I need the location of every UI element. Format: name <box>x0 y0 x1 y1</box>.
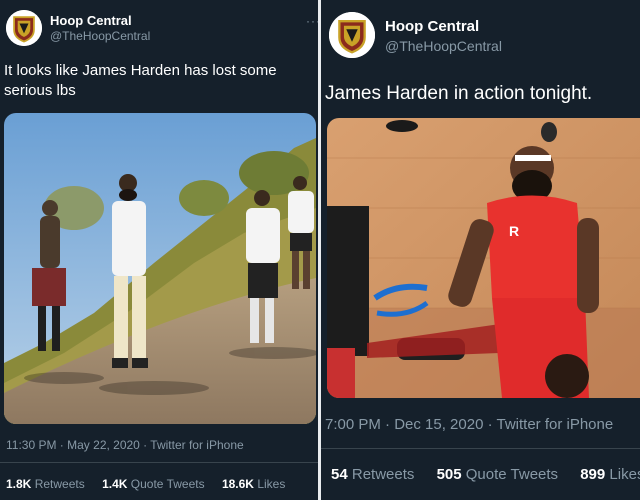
tweet-stats: 54 Retweets 505 Quote Tweets 899 Likes <box>331 466 640 483</box>
svg-text:R: R <box>509 223 519 239</box>
left-tweet: Hoop Central @TheHoopCentral ··· It look… <box>0 0 318 500</box>
tweet-photo[interactable] <box>4 113 316 424</box>
account-name[interactable]: Hoop Central <box>385 18 479 35</box>
hoop-central-logo-icon <box>329 12 375 58</box>
right-tweet: Hoop Central @TheHoopCentral James Harde… <box>321 0 640 500</box>
likes-count: 899 <box>580 466 606 483</box>
likes-count: 18.6K <box>221 477 254 491</box>
tweet-timestamp[interactable]: 7:00 PM · Dec 15, 2020 · Twitter for iPh… <box>325 416 613 433</box>
tweet-timestamp[interactable]: 11:30 PM · May 22, 2020 · Twitter for iP… <box>6 438 244 452</box>
quote-tweets-stat[interactable]: 1.4K Quote Tweets <box>102 477 205 491</box>
quote-tweets-stat[interactable]: 505 Quote Tweets <box>437 466 558 483</box>
tweet-stats: 1.8K Retweets 1.4K Quote Tweets 18.6K Li… <box>6 477 285 491</box>
account-name[interactable]: Hoop Central <box>50 13 132 28</box>
more-icon[interactable]: ··· <box>306 14 318 28</box>
retweets-count: 54 <box>331 466 348 483</box>
tweet-text: It looks like James Harden has lost some… <box>4 62 277 99</box>
account-handle[interactable]: @TheHoopCentral <box>385 38 502 54</box>
quote-tweets-label: Quote Tweets <box>465 466 559 483</box>
quote-tweets-count: 1.4K <box>102 477 128 491</box>
divider <box>0 462 318 463</box>
game-photo: R <box>327 118 640 398</box>
quote-tweets-count: 505 <box>436 466 462 483</box>
hoop-central-avatar[interactable] <box>329 12 375 58</box>
account-handle[interactable]: @TheHoopCentral <box>50 29 150 43</box>
retweets-label: Retweets <box>351 466 415 483</box>
hoop-central-logo-icon <box>6 10 42 46</box>
quote-tweets-label: Quote Tweets <box>130 477 205 491</box>
retweets-stat[interactable]: 54 Retweets <box>331 466 414 483</box>
retweets-count: 1.8K <box>6 477 32 491</box>
tweet-text: James Harden in action tonight. <box>325 83 593 104</box>
likes-stat[interactable]: 18.6K Likes <box>222 477 285 491</box>
divider <box>321 448 640 449</box>
retweets-label: Retweets <box>34 477 85 491</box>
likes-label: Likes <box>609 466 640 483</box>
tweet-photo[interactable]: R <box>327 118 640 398</box>
likes-stat[interactable]: 899 Likes <box>580 466 640 483</box>
retweets-stat[interactable]: 1.8K Retweets <box>6 477 85 491</box>
hike-photo <box>4 113 316 424</box>
likes-label: Likes <box>257 477 286 491</box>
hoop-central-avatar[interactable] <box>6 10 42 46</box>
